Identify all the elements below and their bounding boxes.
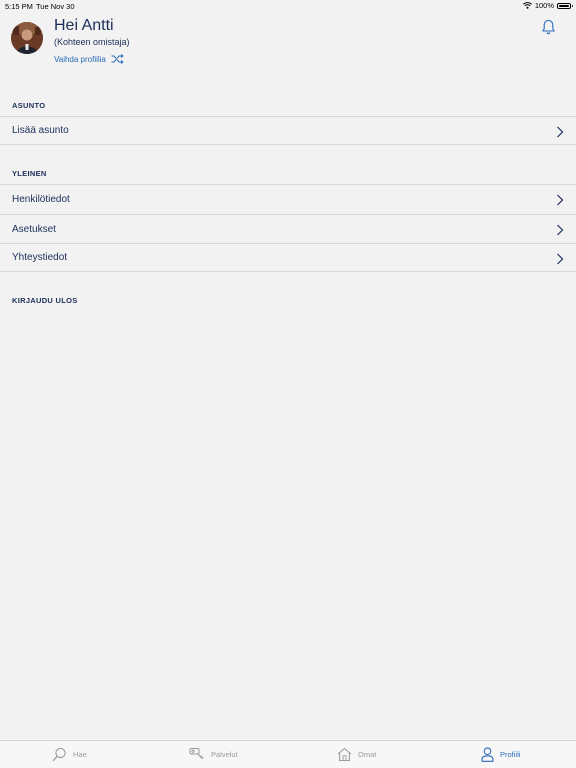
status-bar: 5:15 PM Tue Nov 30 100% (0, 0, 576, 12)
row-label: Yhteystiedot (12, 252, 68, 263)
row-yhteystiedot[interactable]: Yhteystiedot (0, 243, 576, 272)
wifi-icon (522, 2, 532, 9)
row-label: Lisää asunto (12, 125, 69, 136)
greeting-title: Hei Antti (54, 17, 114, 34)
switch-profile-label: Vaihda profiilia (54, 54, 106, 64)
tab-profiili[interactable]: Profiili (481, 747, 520, 762)
chevron-right-icon (557, 224, 564, 236)
row-label: Henkilötiedot (12, 193, 70, 205)
search-icon (52, 747, 66, 762)
row-lisaa-asunto[interactable]: Lisää asunto (0, 116, 576, 145)
chevron-right-icon (557, 194, 564, 206)
tab-label: Hae (73, 750, 87, 759)
row-label: Asetukset (12, 223, 56, 235)
status-date: Tue Nov 30 (36, 2, 75, 11)
tab-label: Palvelut (211, 750, 238, 759)
row-asetukset[interactable]: Asetukset (0, 214, 576, 243)
chevron-right-icon (557, 126, 564, 138)
avatar-photo (11, 22, 43, 54)
person-icon (481, 747, 494, 762)
logout-button[interactable]: KIRJAUDU ULOS (12, 296, 78, 305)
tab-omat[interactable]: Omat (337, 747, 376, 762)
section-title-asunto: ASUNTO (12, 101, 46, 110)
status-time: 5:15 PM (5, 2, 33, 11)
avatar[interactable] (11, 22, 43, 54)
chevron-right-icon (557, 253, 564, 265)
status-right: 100% (522, 1, 573, 10)
section-title-yleinen: YLEINEN (12, 169, 47, 178)
bell-icon[interactable] (541, 19, 556, 35)
tab-hae[interactable]: Hae (52, 747, 87, 762)
row-henkilotiedot[interactable]: Henkilötiedot (0, 184, 576, 213)
profile-screen: 5:15 PM Tue Nov 30 100% Hei Antti (Kohte… (0, 0, 576, 768)
tab-palvelut[interactable]: Palvelut (189, 747, 238, 762)
battery-icon (557, 2, 573, 9)
tab-bar: Hae Palvelut Omat Profiili (0, 740, 576, 768)
house-icon (337, 747, 352, 762)
key-icon (189, 748, 204, 760)
user-role: (Kohteen omistaja) (54, 37, 130, 47)
tab-label: Profiili (500, 750, 521, 759)
battery-percent: 100% (534, 1, 554, 10)
shuffle-icon (111, 54, 124, 64)
tab-label: Omat (358, 750, 377, 759)
switch-profile-button[interactable]: Vaihda profiilia (54, 54, 124, 64)
